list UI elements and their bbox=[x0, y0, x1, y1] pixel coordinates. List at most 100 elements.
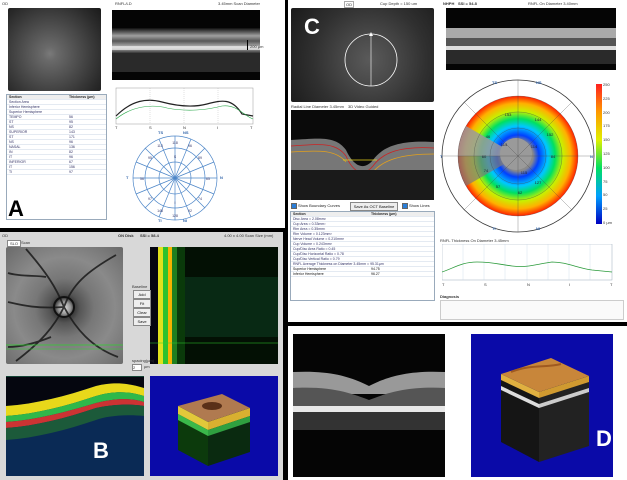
panel-a-label: A bbox=[8, 196, 24, 221]
panel-c-diagnosis-field[interactable] bbox=[440, 300, 624, 320]
panel-a-scale-line bbox=[247, 40, 248, 50]
profile-a-tick-t1: T bbox=[115, 125, 118, 130]
map-label-ts: TS bbox=[492, 80, 498, 85]
svg-text:118: 118 bbox=[172, 141, 178, 145]
panel-c-rnfl-title: RNFL On Diameter 3.40mm bbox=[528, 1, 578, 6]
svg-text:46: 46 bbox=[486, 134, 491, 139]
panel-b-scan-type: ON Disk bbox=[118, 233, 134, 238]
panel-a: OD RNFL/LD 3.45mm Scan Diameter 200 µm S… bbox=[0, 0, 285, 228]
map-label-ns: NS bbox=[536, 80, 542, 85]
hemi-value: 96.27 bbox=[371, 272, 380, 276]
sector-a-n: N bbox=[220, 175, 223, 180]
c-col-thickness: Thickness (µm) bbox=[371, 212, 397, 216]
panel-c-eye: OD bbox=[344, 1, 354, 8]
panel-c-boundary-checkbox[interactable]: Show Boundary Curves bbox=[291, 203, 340, 209]
row-section: Superior Hemisphere bbox=[9, 110, 43, 114]
svg-text:57: 57 bbox=[496, 184, 501, 189]
panel-d-3d-view bbox=[471, 334, 613, 477]
row-section: ST bbox=[9, 120, 14, 124]
panel-a-scan-diameter: 3.45mm Scan Diameter bbox=[218, 1, 261, 6]
hemi-name: Superior Hemisphere bbox=[293, 267, 327, 271]
hemi-value: 94.75 bbox=[371, 267, 380, 271]
panel-b-clear-button[interactable]: Clear bbox=[133, 308, 151, 317]
row-section: IT bbox=[9, 165, 13, 169]
svg-text:92: 92 bbox=[188, 209, 192, 213]
row-thickness: 96 bbox=[69, 140, 73, 144]
svg-text:144: 144 bbox=[535, 117, 542, 122]
panel-b-um-checkbox[interactable]: µm bbox=[144, 364, 150, 369]
panel-d-oct-bscan bbox=[293, 334, 445, 477]
svg-text:74: 74 bbox=[484, 168, 489, 173]
boundary-check-box[interactable] bbox=[291, 203, 297, 209]
map-label-n: N bbox=[590, 154, 593, 159]
colorbar-tick: 50 bbox=[603, 192, 608, 198]
panel-c: OD Cup Depth = 150 um NHPH SSI = 54.8 RN… bbox=[288, 0, 627, 322]
panel-c-cup-depth: Cup Depth = 150 um bbox=[380, 1, 418, 6]
panel-b-baseline-label: Baseline bbox=[132, 284, 148, 289]
c-col-section: Section bbox=[293, 212, 306, 216]
sector-a-ti: TI bbox=[158, 218, 162, 223]
map-label-ni: NI bbox=[536, 226, 540, 231]
panel-c-table-body: Disc Area = 2.08mm² Cup Area = 0.33mm² Rim… bbox=[291, 217, 434, 267]
row-section: TI bbox=[9, 170, 13, 174]
row-section: NASAL bbox=[9, 145, 21, 149]
row-section: NS bbox=[9, 140, 14, 144]
row-thickness: 56 bbox=[69, 115, 73, 119]
colorbar-tick: 25 bbox=[603, 206, 608, 212]
panel-c-label: C bbox=[304, 14, 320, 39]
row-thickness: 95 bbox=[69, 120, 73, 124]
panel-b-save-button[interactable]: Save bbox=[133, 317, 151, 326]
profile-c-tick-i: I bbox=[569, 282, 571, 287]
panel-b-oct-bscan bbox=[6, 376, 144, 476]
panel-d-3d-svg bbox=[501, 358, 589, 462]
panel-d: D bbox=[288, 326, 627, 480]
svg-text:I: I bbox=[175, 201, 176, 205]
svg-text:89: 89 bbox=[198, 156, 202, 160]
panel-b-add-button[interactable]: Add bbox=[133, 290, 151, 299]
profile-c-tick-t2: T bbox=[610, 282, 613, 287]
panel-a-sector-chart: 118 96 113 89 95 65 56 74 97 92 148 128 … bbox=[126, 130, 223, 224]
panel-a-fundus-image bbox=[8, 8, 101, 91]
sector-a-ts: TS bbox=[158, 130, 164, 135]
svg-text:153: 153 bbox=[505, 112, 512, 117]
panel-c-scan-type: NHPH bbox=[443, 1, 455, 6]
col-thickness: Thickness (µm) bbox=[69, 95, 95, 99]
panel-b-ssi: SSI = 58.4 bbox=[140, 233, 159, 238]
panel-b-tab-scan[interactable]: Scan bbox=[19, 240, 32, 245]
panel-c-diagnosis-label: Diagnosis bbox=[440, 294, 460, 299]
panel-c-ssi: SSI = 54.8 bbox=[458, 1, 477, 6]
panel-c-save-baseline-button[interactable]: Save As OCT Baseline bbox=[350, 202, 398, 211]
colorbar-tick: 200 bbox=[603, 109, 610, 115]
panel-a-oct-bscan bbox=[112, 10, 260, 80]
panel-b-fit-button[interactable]: Fit bbox=[133, 299, 151, 308]
panel-b-slo-image bbox=[6, 247, 123, 364]
panel-b-eye: OD bbox=[2, 233, 8, 238]
panel-b-scan-size: 4.00 x 4.00 Scan Size (mm) bbox=[224, 233, 274, 238]
panel-c-lines-checkbox[interactable]: Show Lines bbox=[402, 203, 430, 209]
row-thickness: 82 bbox=[69, 150, 73, 154]
panel-c-onh-bscan bbox=[291, 110, 434, 200]
svg-text:148: 148 bbox=[157, 209, 163, 213]
panel-a-table-body: Section Area Inferior Hemisphere Superior … bbox=[7, 100, 106, 175]
row-thickness: 82 bbox=[69, 125, 73, 129]
panel-c-radial-label: Radial Line Diameter 3.45mm bbox=[291, 104, 344, 109]
panel-c-hemisphere-rows: Superior Hemisphere 94.75 Inferior Hemisph… bbox=[291, 267, 434, 277]
svg-text:95: 95 bbox=[148, 156, 152, 160]
colorbar-tick: 150 bbox=[603, 137, 610, 143]
panel-a-sector-svg: 118 96 113 89 95 65 56 74 97 92 148 128 … bbox=[132, 135, 218, 221]
panel-b-spacing-input[interactable]: 2 bbox=[132, 364, 142, 371]
panel-a-scan-type: RNFL/LD bbox=[115, 1, 132, 6]
map-label-t: T bbox=[440, 154, 443, 159]
lines-check-label: Show Lines bbox=[409, 203, 430, 209]
panel-b-3d-view bbox=[150, 376, 278, 476]
lines-check-box[interactable] bbox=[402, 203, 408, 209]
row-section: TEMPO bbox=[9, 115, 22, 119]
row-section: NS bbox=[9, 125, 14, 129]
svg-text:115: 115 bbox=[521, 170, 528, 175]
row-thickness: 136 bbox=[69, 145, 75, 149]
panel-c-profile-svg bbox=[441, 243, 613, 281]
colorbar-tick: 100 bbox=[603, 164, 610, 170]
panel-a-table-row: TI 97 bbox=[7, 170, 106, 175]
panel-a-bscan-svg bbox=[112, 28, 260, 72]
hemi-name: Inferior Hemisphere bbox=[293, 272, 324, 276]
